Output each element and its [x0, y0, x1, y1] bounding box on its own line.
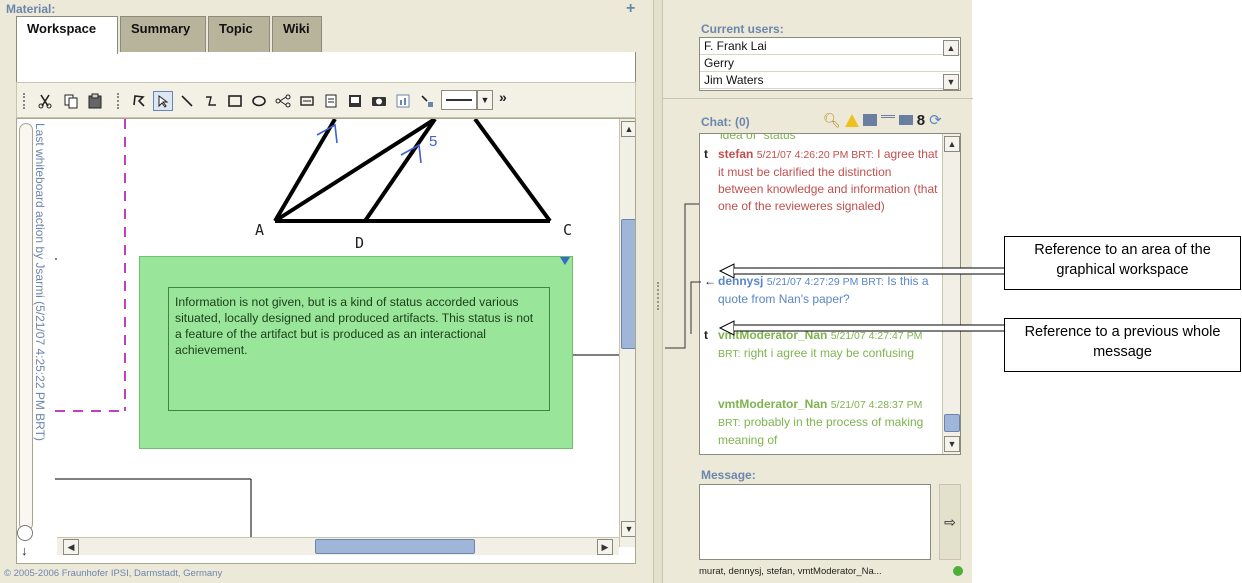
copyright-footer: © 2005-2006 Fraunhofer IPSI, Darmstadt, … [4, 568, 223, 579]
format-icon[interactable] [898, 115, 913, 125]
message-label: Message: [701, 468, 756, 482]
message-ref-marker[interactable]: t [704, 146, 708, 163]
point-label-d: D [355, 234, 365, 252]
refresh-icon[interactable]: ⟳ [929, 111, 942, 129]
whiteboard-canvas[interactable]: Last whiteboard action by Jsarmi (5/21/0… [16, 118, 636, 564]
paste-icon[interactable] [85, 91, 105, 111]
callout-arrows [718, 263, 1004, 336]
tab-summary[interactable]: Summary [120, 16, 206, 52]
users-divider[interactable] [663, 98, 973, 100]
point-label-c: C [563, 221, 573, 239]
sticky-note[interactable]: Information is not given, but is a kind … [139, 256, 573, 449]
point-label-a: A [255, 221, 265, 239]
graph-icon[interactable] [273, 91, 293, 111]
message-user: vmtModerator_Nan [718, 397, 828, 411]
toolbar-separator [117, 93, 119, 109]
link-icon[interactable] [417, 91, 437, 111]
select-arrow-icon[interactable] [153, 91, 173, 111]
send-icon[interactable]: ⇨ [939, 484, 961, 560]
camera-icon[interactable] [369, 91, 389, 111]
chat-partial-line: idea of "status" [720, 133, 800, 142]
list-icon[interactable] [880, 115, 895, 125]
users-scroll-up[interactable]: ▲ [943, 40, 959, 56]
online-indicator-icon [953, 566, 963, 576]
user-item[interactable]: Jim Waters [700, 72, 960, 89]
canvas-horizontal-scrollbar[interactable]: ◀ ▶ [57, 537, 619, 555]
note-anchor-icon [560, 257, 570, 265]
current-users-label: Current users: [701, 22, 784, 36]
add-plus-icon[interactable]: + [626, 0, 635, 18]
tab-topic[interactable]: Topic [208, 16, 270, 52]
whiteboard-ref-icon[interactable] [862, 114, 877, 126]
material-label: Material: [6, 2, 56, 16]
chat-message[interactable]: t stefan 5/21/07 4:26:20 PM BRT: I agree… [704, 146, 940, 215]
lasso-icon[interactable] [129, 91, 149, 111]
scroll-up-button[interactable]: ▲ [621, 121, 635, 137]
typing-status: murat, dennysj, stefan, vmtModerator_Na.… [699, 566, 882, 577]
user-item[interactable]: F. Frank Lai [700, 38, 960, 55]
sync-user-icon[interactable]: 8 [917, 112, 925, 129]
scroll-right-button[interactable]: ▶ [597, 539, 613, 555]
ellipse-icon[interactable] [249, 91, 269, 111]
copy-icon[interactable] [61, 91, 81, 111]
users-scroll-down[interactable]: ▼ [943, 74, 959, 90]
connector-icon[interactable] [201, 91, 221, 111]
scroll-down-button[interactable]: ▼ [621, 521, 635, 537]
line-icon[interactable] [177, 91, 197, 111]
message-input[interactable] [699, 484, 931, 560]
tab-wiki[interactable]: Wiki [272, 16, 322, 52]
chat-scroll-up[interactable]: ▲ [944, 136, 960, 152]
chat-scroll-down[interactable]: ▼ [944, 436, 960, 452]
alert-icon[interactable] [844, 113, 859, 127]
image-icon[interactable] [345, 91, 365, 111]
chat-label: Chat: (0) [701, 115, 750, 129]
chart-icon[interactable] [393, 91, 413, 111]
scroll-thumb-horizontal[interactable] [315, 539, 475, 554]
note-text[interactable]: Information is not given, but is a kind … [168, 287, 550, 411]
message-user: stefan [718, 147, 754, 161]
message-text: probably in the process of making meanin… [718, 415, 924, 447]
rectangle-icon[interactable] [225, 91, 245, 111]
tab-workspace[interactable]: Workspace [16, 16, 118, 54]
users-list[interactable]: F. Frank Lai Gerry Jim Waters ▲ ▼ [699, 37, 961, 91]
cut-icon[interactable] [35, 91, 55, 111]
toolbar-more-icon[interactable]: » [499, 89, 507, 105]
chat-message[interactable]: vmtModerator_Nan 5/21/07 4:28:37 PM BRT:… [704, 396, 940, 449]
scroll-left-button[interactable]: ◀ [63, 539, 79, 555]
user-item[interactable]: Gerry [700, 55, 960, 72]
chat-toolbar: 🔍︎ 8 ⟳ [823, 110, 963, 130]
scroll-thumb-vertical[interactable] [621, 219, 635, 349]
whiteboard-toolbar: ▼ » [16, 82, 636, 118]
reference-lines [665, 203, 701, 349]
note-icon[interactable] [321, 91, 341, 111]
chevron-down-icon[interactable]: ▼ [477, 90, 493, 110]
edge-label: 5 [429, 133, 438, 150]
search-icon[interactable]: 🔍︎ [823, 112, 841, 129]
message-reference-callout: Reference to a previous whole message [1004, 318, 1241, 372]
canvas-vertical-scrollbar[interactable]: ▲ ▼ [619, 119, 635, 547]
area-reference-callout: Reference to an area of the graphical wo… [1004, 236, 1241, 290]
textbox-icon[interactable] [297, 91, 317, 111]
panel-splitter[interactable] [654, 0, 662, 583]
chat-scroll-thumb[interactable] [944, 414, 960, 432]
toolbar-grip [23, 93, 25, 109]
material-panel: Material: + Workspace Summary Topic Wiki… [0, 0, 654, 583]
line-style-select[interactable] [441, 90, 477, 110]
message-time: 5/21/07 4:26:20 PM BRT: [756, 149, 874, 161]
tab-panel-top [16, 52, 636, 82]
